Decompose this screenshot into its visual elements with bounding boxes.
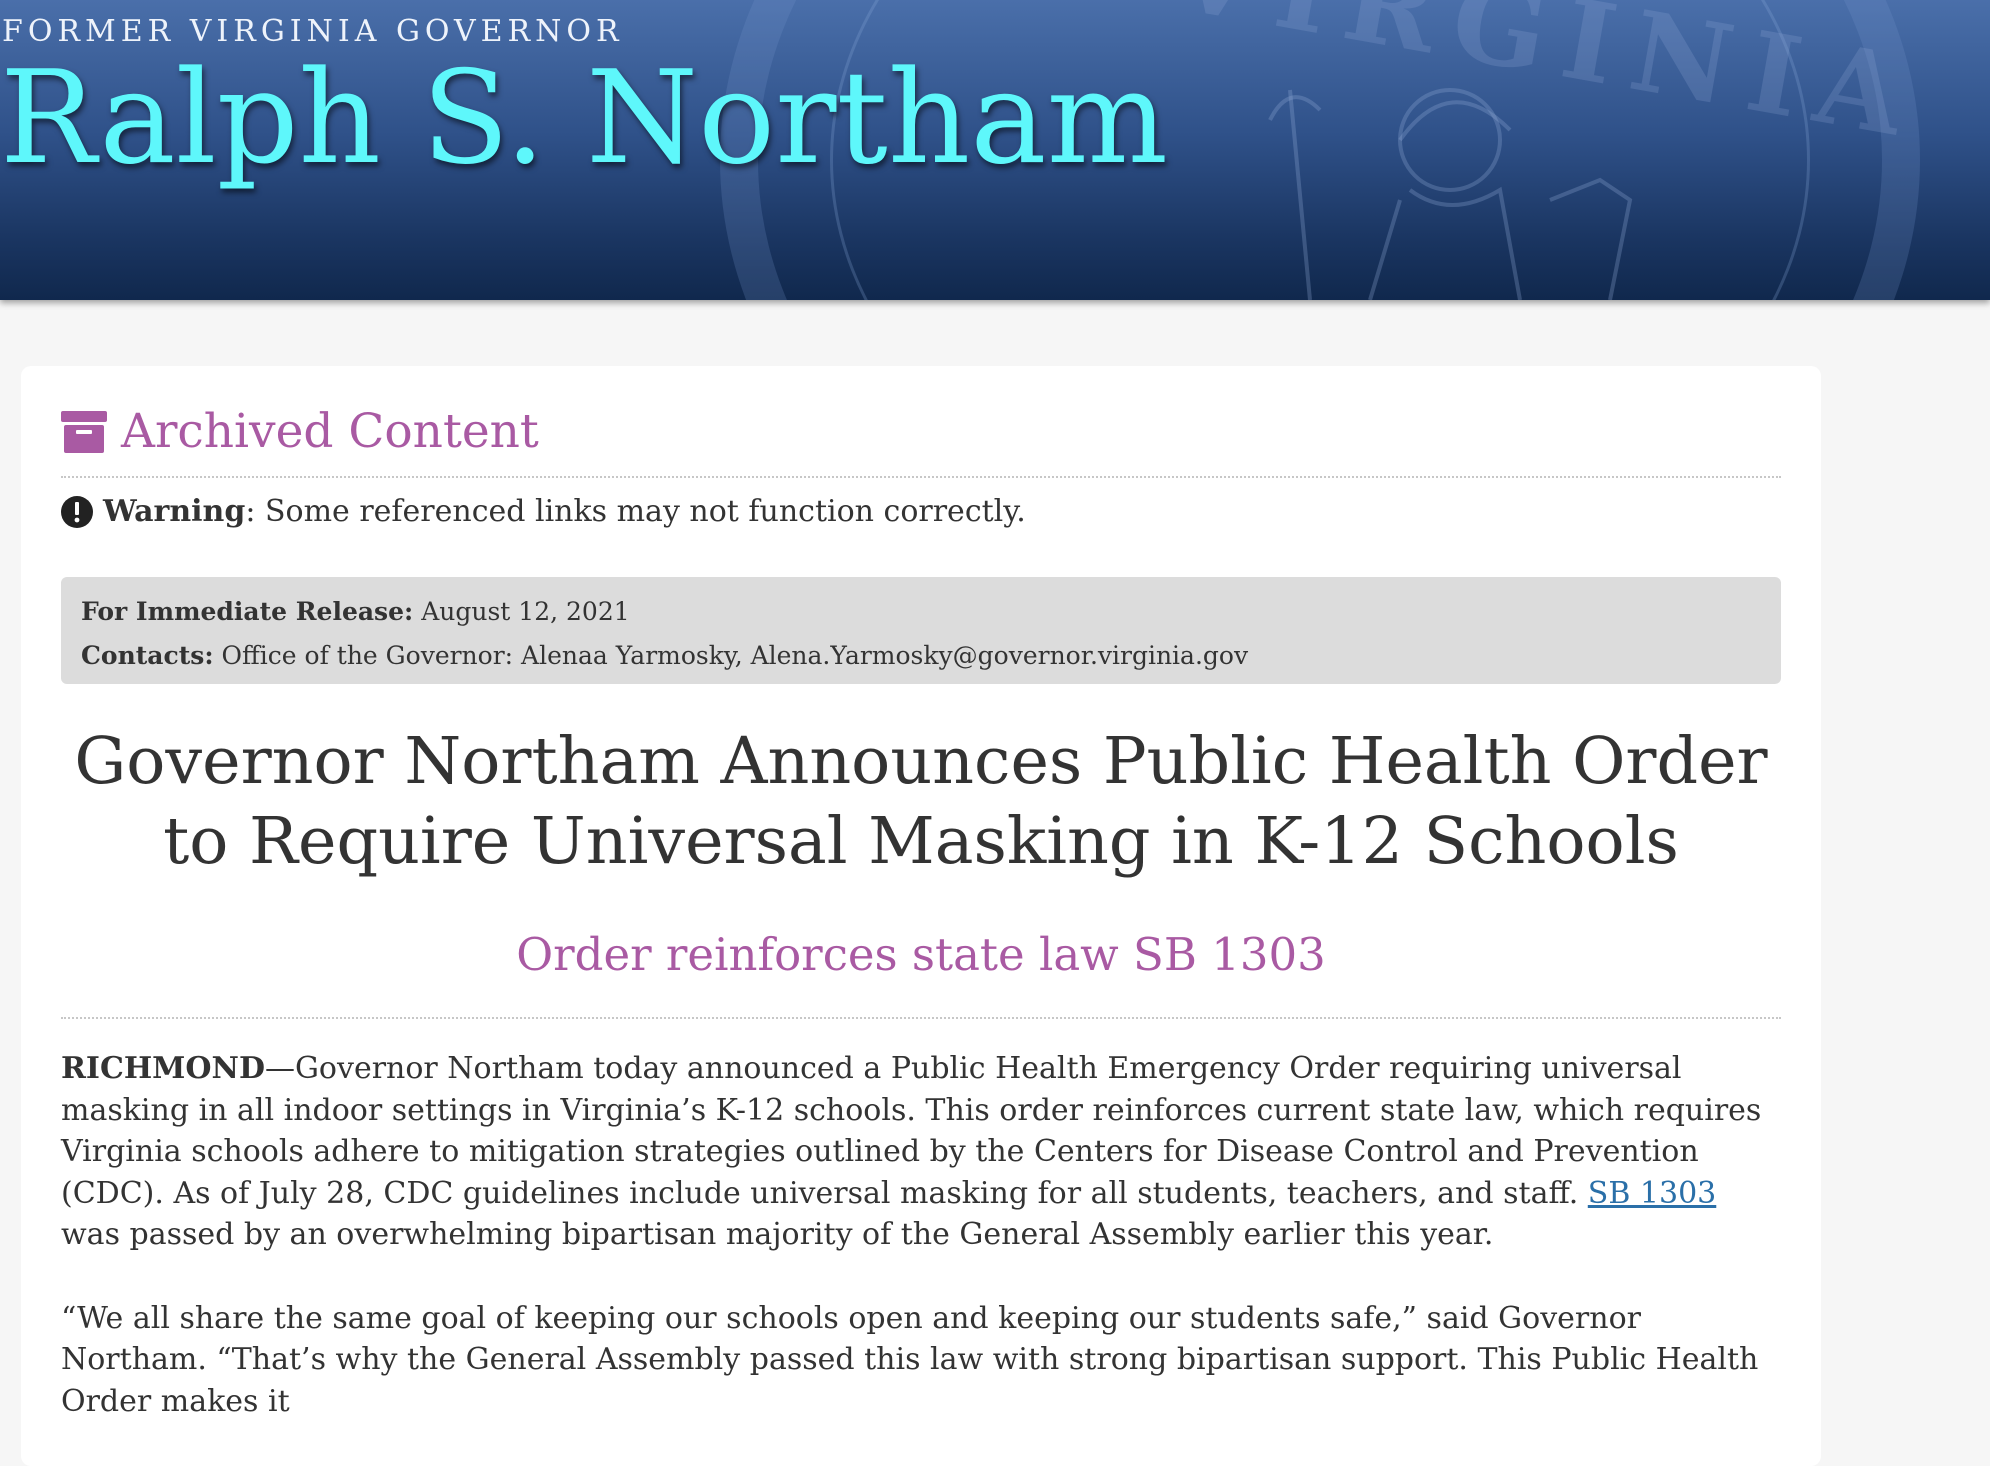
exclamation-circle-icon bbox=[61, 495, 93, 528]
contacts-row: Contacts: Office of the Governor: Alenaa… bbox=[81, 634, 1761, 678]
warning-notice: Warning: Some referenced links may not f… bbox=[61, 494, 1026, 529]
release-label: For Immediate Release: bbox=[81, 597, 414, 626]
article-paragraph: “We all share the same goal of keeping o… bbox=[61, 1300, 1759, 1419]
release-date: August 12, 2021 bbox=[421, 597, 630, 626]
sb-1303-link[interactable]: SB 1303 bbox=[1588, 1176, 1716, 1211]
article-headline: Governor Northam Announces Public Health… bbox=[74, 724, 1768, 879]
divider bbox=[61, 1017, 1781, 1019]
paragraph-text: —Governor Northam today announced a Publ… bbox=[61, 1051, 1762, 1211]
contacts-label: Contacts: bbox=[81, 641, 214, 670]
release-date-row: For Immediate Release: August 12, 2021 bbox=[81, 590, 1761, 634]
warning-label: Warning bbox=[103, 494, 246, 529]
article-body: RICHMOND—Governor Northam today announce… bbox=[61, 1048, 1781, 1464]
contacts-value: Office of the Governor: Alenaa Yarmosky,… bbox=[221, 641, 1249, 670]
seal-figure-icon bbox=[1268, 88, 1633, 300]
archived-content-title: Archived Content bbox=[121, 404, 539, 459]
article-subheadline: Order reinforces state law SB 1303 bbox=[516, 928, 1326, 981]
divider bbox=[61, 476, 1781, 478]
warning-text: : Some referenced links may not function… bbox=[245, 494, 1026, 529]
dateline: RICHMOND bbox=[61, 1051, 265, 1086]
header-banner: VIRGINIA FORMER VIRGINIA GOVERNOR Ralph … bbox=[0, 0, 1990, 300]
paragraph-text: was passed by an overwhelming bipartisan… bbox=[61, 1217, 1494, 1252]
governor-name-title[interactable]: Ralph S. Northam bbox=[0, 44, 1168, 194]
archive-box-icon bbox=[61, 410, 107, 453]
archived-content-heading: Archived Content bbox=[61, 404, 539, 459]
release-info-box: For Immediate Release: August 12, 2021 C… bbox=[61, 577, 1781, 684]
article-paragraph: RICHMOND—Governor Northam today announce… bbox=[61, 1048, 1781, 1256]
